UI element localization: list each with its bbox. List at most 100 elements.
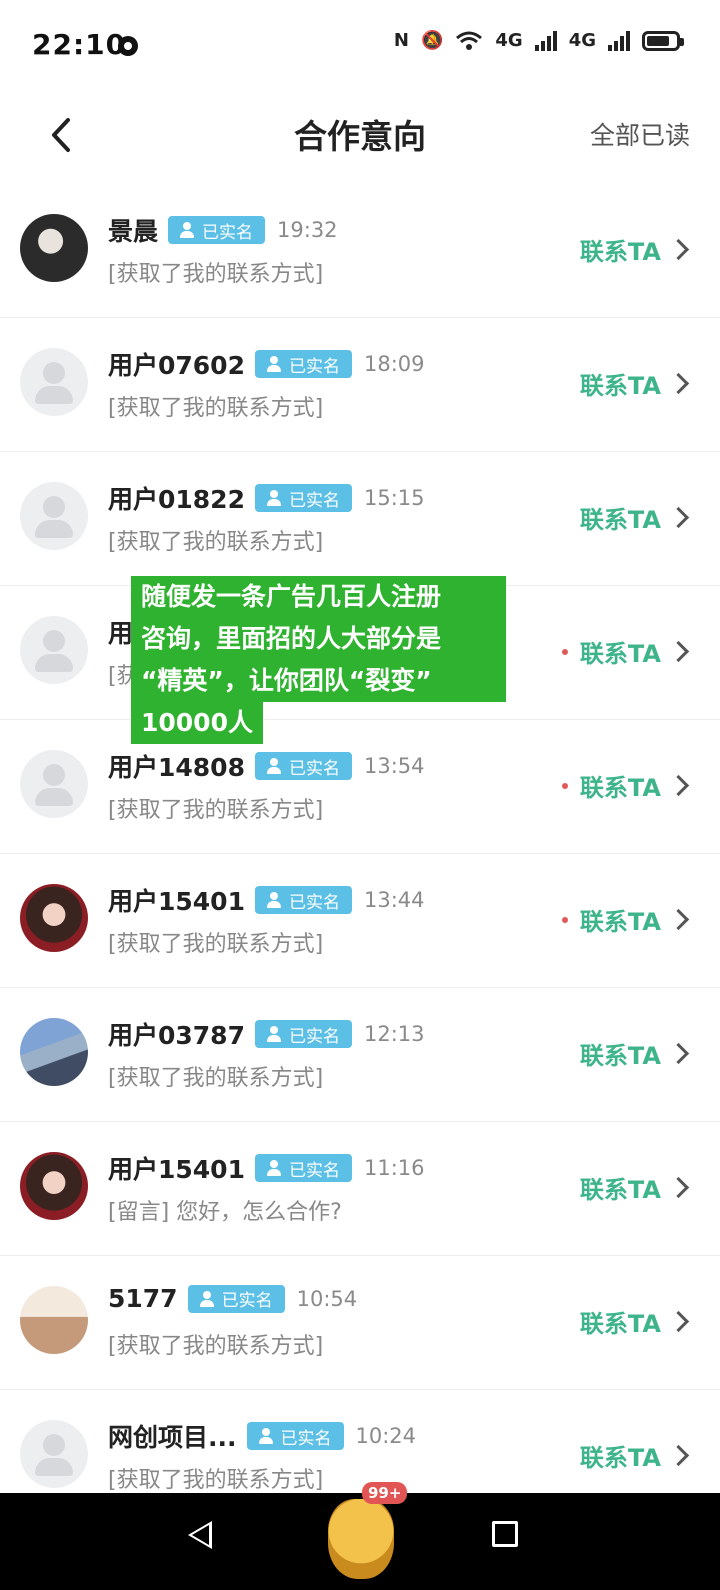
header-bar: 合作意向 全部已读 [0, 90, 720, 184]
chevron-right-icon [667, 506, 690, 529]
verified-badge: 已实名 [254, 484, 352, 512]
contact-button[interactable]: 联系TA [580, 1036, 690, 1071]
contact-button[interactable]: 联系TA [579, 1438, 690, 1473]
list-item[interactable]: 5177 已实名 10:54 [获取了我的联系方式] 联系TA [0, 1256, 720, 1390]
contact-label: 联系TA [579, 774, 661, 802]
verified-label: 已实名 [288, 1160, 340, 1181]
contact-label: 联系TA [579, 640, 661, 668]
avatar[interactable] [20, 348, 88, 416]
avatar[interactable] [20, 616, 88, 684]
name-line: 用户03787 已实名 12:13 [108, 1016, 425, 1052]
timestamp: 18:09 [363, 352, 425, 376]
message-preview: [获取了我的联系方式] [108, 1066, 324, 1091]
verified-badge: 已实名 [254, 886, 352, 914]
verified-label: 已实名 [288, 1026, 340, 1047]
avatar[interactable] [20, 1420, 88, 1488]
avatar[interactable] [20, 1286, 88, 1354]
signal-4g-label: 4G [495, 30, 523, 51]
list-item[interactable]: 景晨 已实名 19:32 [获取了我的联系方式] 联系TA [0, 184, 720, 318]
battery-charging-icon [642, 30, 684, 51]
status-icons: N 🔕 4G 4G [394, 30, 684, 51]
wifi-icon [456, 31, 483, 50]
timestamp: 11:16 [363, 1156, 425, 1180]
name-line: 用户15401 已实名 13:44 [108, 882, 425, 918]
contact-label: 联系TA [579, 1444, 661, 1472]
chevron-right-icon [667, 1310, 690, 1333]
user-name: 用户14808 [108, 753, 245, 782]
verified-badge: 已实名 [246, 1422, 344, 1450]
timestamp: 13:44 [363, 888, 425, 912]
user-name: 用户07602 [108, 351, 245, 380]
contact-label: 联系TA [579, 372, 661, 400]
timestamp: 10:24 [355, 1424, 417, 1448]
contact-button[interactable]: 联系TA [579, 1304, 690, 1339]
user-name: 用户15401 [108, 1155, 245, 1184]
list-item[interactable]: 用户15401 已实名 13:44 [获取了我的联系方式] 联系TA [0, 854, 720, 988]
list-item[interactable]: 用户03787 已实名 12:13 [获取了我的联系方式] 联系TA [0, 988, 720, 1122]
mark-all-read-button[interactable]: 全部已读 [590, 116, 690, 152]
verified-label: 已实名 [288, 758, 340, 779]
verified-badge: 已实名 [254, 350, 352, 378]
chevron-right-icon [667, 1176, 690, 1199]
signal-icon [534, 30, 557, 51]
nav-recent-apps-icon[interactable] [492, 1521, 518, 1547]
system-navigation-bar [0, 1493, 720, 1590]
person-icon [265, 1159, 283, 1177]
message-preview: [获取了我的联系方式] [108, 530, 324, 555]
avatar[interactable] [20, 1018, 88, 1086]
avatar[interactable] [20, 482, 88, 550]
verified-label: 已实名 [288, 356, 340, 377]
list-item[interactable]: 用户07602 已实名 18:09 [获取了我的联系方式] 联系TA [0, 318, 720, 452]
message-preview: [获取了我的联系方式] [108, 1468, 324, 1493]
chevron-right-icon [667, 908, 690, 931]
user-name: 用户03787 [108, 1021, 245, 1050]
avatar[interactable] [20, 1152, 88, 1220]
contact-button[interactable]: 联系TA [579, 366, 690, 401]
annotation-line: 随便发一条广告几百人注册 [131, 576, 506, 618]
name-line: 用户01822 已实名 15:15 [108, 480, 425, 516]
contact-label: 联系TA [579, 1176, 661, 1204]
chevron-right-icon [667, 774, 690, 797]
avatar[interactable] [20, 214, 88, 282]
user-name: 景晨 [108, 217, 159, 246]
contact-label: 联系TA [579, 506, 661, 534]
list-item[interactable]: 用户01822 已实名 15:15 [获取了我的联系方式] 联系TA [0, 452, 720, 586]
user-name: 用 [108, 619, 134, 648]
timestamp: 10:54 [296, 1286, 358, 1311]
contact-button[interactable]: 联系TA [580, 232, 690, 267]
verified-badge: 已实名 [254, 1154, 352, 1182]
person-icon [265, 891, 283, 909]
contact-label: 联系TA [579, 1310, 661, 1338]
notification-count-badge: 99+ [362, 1482, 408, 1504]
contact-button[interactable]: 联系TA [561, 634, 690, 669]
contact-button[interactable]: 联系TA [561, 768, 690, 803]
person-icon [257, 1427, 275, 1445]
verified-badge: 已实名 [187, 1284, 285, 1313]
person-icon [178, 221, 196, 239]
avatar[interactable] [20, 750, 88, 818]
contact-button[interactable]: 联系TA [579, 1170, 690, 1205]
cooperation-list: 景晨 已实名 19:32 [获取了我的联系方式] 联系TA 用户07602 已实名 18:09… [0, 184, 720, 1524]
message-preview: [留言] 您好，怎么合作? [108, 1200, 342, 1225]
contact-button[interactable]: 联系TA [561, 902, 690, 937]
avatar[interactable] [20, 884, 88, 952]
contact-label: 联系TA [579, 908, 661, 936]
person-icon [198, 1290, 216, 1308]
nav-home-mascot-icon[interactable] [328, 1499, 394, 1579]
verified-badge: 已实名 [168, 216, 266, 244]
nav-back-icon[interactable] [188, 1521, 212, 1549]
contact-button[interactable]: 联系TA [579, 500, 690, 535]
name-line: 5177 已实名 10:54 [108, 1284, 357, 1313]
annotation-line: 10000人 [131, 702, 263, 744]
list-item[interactable]: 用户15401 已实名 11:16 [留言] 您好，怎么合作? 联系TA [0, 1122, 720, 1256]
person-icon [265, 355, 283, 373]
unread-dot [561, 648, 568, 655]
user-name: 网创项目... [108, 1423, 237, 1452]
person-icon [265, 757, 283, 775]
mute-icon: 🔕 [420, 30, 444, 51]
timestamp: 19:32 [277, 218, 338, 242]
name-line: 用户07602 已实名 18:09 [108, 346, 425, 382]
name-line: 用户15401 已实名 11:16 [108, 1150, 425, 1186]
chevron-right-icon [667, 372, 690, 395]
user-name: 用户15401 [108, 887, 245, 916]
